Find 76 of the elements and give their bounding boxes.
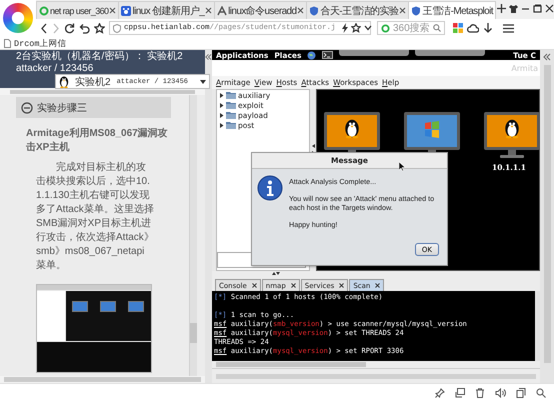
browser-tab[interactable]: linux 创建新用户_: [118, 1, 216, 19]
horizontal-scrollbar[interactable]: [0, 376, 205, 383]
search-icon[interactable]: [433, 24, 441, 32]
letter-a-icon: [217, 6, 228, 16]
penguin-icon: [59, 76, 69, 88]
star-icon[interactable]: [94, 22, 105, 34]
menu-icon[interactable]: [503, 24, 514, 32]
machine-info-text: 2台实验机（机器名/密码）： 实验机2 attacker / 123456: [16, 51, 184, 74]
close-icon[interactable]: [297, 7, 304, 14]
back-icon[interactable]: [40, 22, 48, 34]
horizontal-scrollbar[interactable]: [212, 368, 540, 383]
app-grid-icon[interactable]: [453, 23, 463, 33]
triangle-right-icon[interactable]: [219, 112, 224, 118]
terminal-icon[interactable]: [322, 51, 334, 59]
caret-icon[interactable]: [364, 25, 372, 31]
folder-icon: [226, 121, 236, 129]
ring-icon: [39, 6, 49, 16]
paw-icon: [121, 6, 132, 16]
double-chevron-icon[interactable]: [205, 53, 212, 61]
close-icon[interactable]: [109, 7, 116, 14]
shield-icon: [411, 6, 422, 16]
close-icon[interactable]: [290, 283, 296, 288]
close-icon[interactable]: [375, 283, 380, 288]
browser-tab[interactable]: net rap user_360: [36, 1, 120, 19]
reload-icon[interactable]: [64, 22, 75, 34]
star-icon[interactable]: [350, 23, 361, 33]
window-refresh-icon[interactable]: [455, 388, 465, 398]
search-icon[interactable]: [536, 388, 546, 398]
ring-icon: [381, 24, 390, 32]
close-icon[interactable]: [252, 283, 257, 288]
undo-icon[interactable]: [79, 22, 90, 34]
plus-icon[interactable]: [496, 4, 506, 13]
vertical-scrollbar[interactable]: [189, 95, 197, 376]
download-icon[interactable]: [483, 22, 493, 34]
step-heading: Armitage利用MS08_067漏洞攻击XP主机: [26, 127, 169, 155]
step-paragraph: 完成对目标主机的攻击模块搜索以后，选中10.1.1.130主机右键可以发现多了Attack菜单。这里选择SMB漏洞对XP目标主机进行攻击，依次选择Attack》smb》ms08_067_netapi菜单。: [36, 161, 154, 273]
double-chevron-icon[interactable]: [543, 53, 551, 61]
globe-icon[interactable]: [307, 50, 316, 60]
cloud-icon[interactable]: [467, 24, 479, 32]
browser-tab[interactable]: 合天-王雪洁的实验: [306, 1, 410, 19]
copy-window-icon[interactable]: [516, 388, 526, 398]
close-icon[interactable]: [205, 7, 212, 14]
splitter-arrows-icon[interactable]: [272, 271, 280, 276]
horizontal-scrollbar[interactable]: [0, 88, 205, 95]
cursor-icon: [399, 162, 405, 171]
lightning-icon[interactable]: [342, 23, 348, 33]
folder-icon: [226, 101, 236, 109]
triangle-right-icon[interactable]: [219, 92, 224, 98]
speaker-icon[interactable]: [495, 388, 506, 398]
penguin-monitor-icon[interactable]: [484, 112, 540, 158]
arrow-left-icon[interactable]: [312, 144, 314, 148]
minus-circle-icon[interactable]: [21, 102, 33, 114]
bookmark-link[interactable]: Drcom上网信: [14, 38, 67, 50]
vertical-scrollbar[interactable]: [535, 291, 540, 361]
folder-icon: [226, 91, 236, 99]
shield-icon: [113, 24, 121, 32]
pinwheel-logo-icon[interactable]: [3, 3, 33, 33]
shield-icon: [309, 6, 320, 16]
info-icon: [257, 175, 283, 201]
vertical-scrollbar[interactable]: [544, 65, 550, 363]
close-icon[interactable]: [399, 7, 406, 14]
shirt-icon[interactable]: [508, 4, 518, 13]
browser-tab[interactable]: 王雪洁-Metasploit: [408, 1, 496, 19]
maximize-icon[interactable]: [532, 4, 542, 13]
step-header[interactable]: 实验步骤三: [16, 97, 171, 118]
horizontal-scrollbar[interactable]: [212, 361, 540, 368]
triangle-right-icon[interactable]: [219, 102, 224, 108]
trash-icon[interactable]: [475, 388, 485, 398]
close-icon[interactable]: [339, 283, 344, 288]
caret-icon: [200, 80, 206, 84]
pin-icon[interactable]: [435, 388, 445, 398]
close-icon[interactable]: [544, 4, 554, 13]
browser-tab[interactable]: linux命令useradd: [214, 1, 308, 19]
folder-icon: [226, 111, 236, 119]
page-icon: [4, 39, 11, 48]
triangle-right-icon[interactable]: [219, 122, 224, 128]
